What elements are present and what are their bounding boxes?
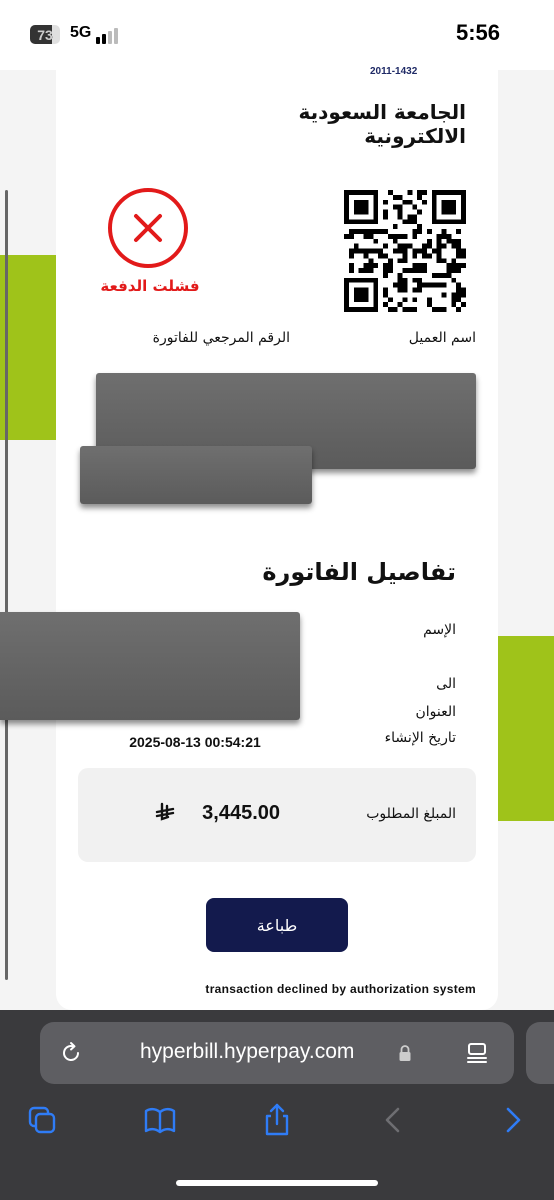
battery-indicator: 73 (30, 25, 60, 44)
payment-status: فشلت الدفعة (100, 277, 200, 295)
client-name-label: اسم العميل (408, 330, 476, 346)
university-name: الجامعة السعودية الالكترونية (298, 100, 467, 148)
network-type: 5G (70, 24, 92, 41)
signal-icon (96, 28, 126, 44)
field-name-label: الإسم (423, 622, 456, 638)
bookmarks-icon[interactable] (142, 1102, 178, 1138)
decline-message: transaction declined by authorization sy… (205, 982, 476, 996)
signal-bar (114, 28, 118, 44)
share-icon[interactable] (259, 1102, 295, 1138)
scrollbar[interactable] (5, 190, 8, 980)
reload-icon[interactable] (58, 1040, 84, 1066)
invoice-details-title: تفاصيل الفاتورة (262, 558, 456, 586)
signal-bar (102, 34, 106, 44)
reference-number-label: الرقم المرجعي للفاتورة (152, 330, 290, 346)
amount-label: المبلغ المطلوب (366, 806, 456, 822)
print-button[interactable]: طباعة (206, 898, 348, 952)
decor-lime-right (498, 636, 554, 821)
page-menu-icon[interactable] (464, 1040, 490, 1066)
year-badge: 2011-1432 (370, 66, 418, 77)
payment-failed-icon (108, 188, 188, 268)
redaction-block (80, 446, 312, 504)
next-tab-preview[interactable] (526, 1022, 554, 1084)
clock: 5:56 (456, 20, 501, 45)
riyal-icon (154, 802, 176, 824)
forward-icon[interactable] (494, 1102, 530, 1138)
back-icon[interactable] (376, 1102, 412, 1138)
amount-value: 3,445.00 (202, 802, 280, 824)
home-indicator[interactable] (176, 1180, 378, 1186)
signal-bar (96, 37, 100, 44)
tabs-icon[interactable] (24, 1102, 60, 1138)
lock-icon (398, 1044, 412, 1062)
redaction-block (0, 612, 300, 720)
url-text[interactable]: hyperbill.hyperpay.com (140, 1040, 354, 1064)
decor-lime-left (0, 255, 56, 440)
field-created-value: 2025-08-13 00:54:21 (129, 734, 261, 750)
field-to-label: الى (436, 676, 456, 692)
field-address-label: العنوان (415, 704, 456, 720)
signal-bar (108, 31, 112, 44)
qr-code (344, 190, 466, 312)
field-created-label: تاريخ الإنشاء (384, 730, 456, 746)
